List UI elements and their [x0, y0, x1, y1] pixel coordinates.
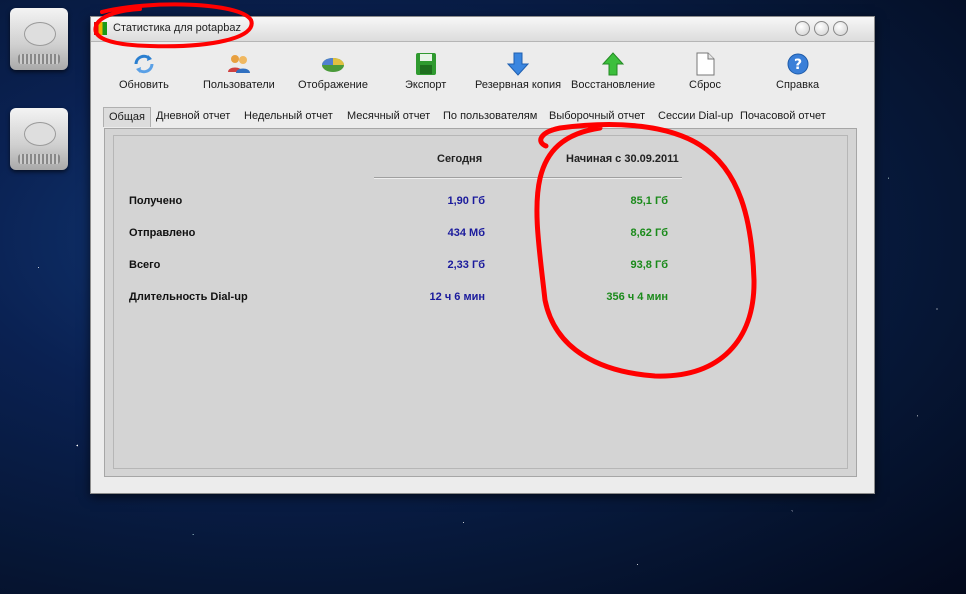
hard-drive-icon[interactable]: [10, 8, 68, 70]
close-button[interactable]: [833, 21, 848, 36]
row-label-received: Получено: [129, 195, 183, 207]
stats-table: Сегодня Начиная с 30.09.2011 Получено 1,…: [113, 135, 848, 469]
title-bar[interactable]: Статистика для potapbaz: [91, 17, 874, 42]
help-icon: ?: [787, 53, 809, 75]
value-today-total: 2,33 Гб: [447, 259, 486, 271]
users-button[interactable]: Пользователи: [203, 52, 275, 91]
restore-label: Восстановление: [571, 79, 656, 91]
app-chart-icon: [94, 22, 107, 35]
help-label: Справка: [776, 79, 820, 91]
toolbar: Обновить Пользователи Отображение Экспор…: [91, 42, 874, 102]
general-panel: Сегодня Начиная с 30.09.2011 Получено 1,…: [104, 128, 857, 477]
tab-bar: Общая Дневной отчет Недельный отчет Меся…: [103, 107, 862, 127]
refresh-label: Обновить: [119, 79, 169, 91]
minimize-button[interactable]: [795, 21, 810, 36]
users-label: Пользователи: [203, 79, 275, 91]
value-today-received: 1,90 Гб: [447, 195, 486, 207]
pie-chart-icon: [321, 58, 344, 72]
blank-document-icon: [696, 52, 715, 76]
tab-general[interactable]: Общая: [103, 107, 151, 127]
row-label-sent: Отправлено: [129, 227, 196, 239]
column-header-since: Начиная с 30.09.2011: [566, 153, 679, 165]
backup-button[interactable]: Резервная копия: [475, 52, 561, 91]
value-since-total: 93,8 Гб: [630, 259, 669, 271]
refresh-icon: [134, 54, 154, 74]
floppy-disk-icon: [415, 53, 436, 75]
reset-label: Сброс: [689, 79, 721, 91]
row-label-dialup-duration: Длительность Dial-up: [129, 291, 248, 303]
hard-drive-icon[interactable]: [10, 108, 68, 170]
column-header-today: Сегодня: [437, 153, 483, 165]
maximize-button[interactable]: [814, 21, 829, 36]
tab-monthly-report[interactable]: Месячный отчет: [347, 107, 430, 126]
restore-button[interactable]: Восстановление: [571, 52, 655, 91]
tab-weekly-report[interactable]: Недельный отчет: [244, 107, 333, 126]
help-button[interactable]: ? Справка: [776, 52, 819, 91]
tab-by-users[interactable]: По пользователям: [443, 107, 537, 126]
tab-dialup-sessions[interactable]: Сессии Dial-up: [658, 107, 733, 126]
header-divider: [374, 177, 682, 179]
value-today-sent: 434 Мб: [447, 227, 485, 239]
export-button[interactable]: Экспорт: [405, 52, 446, 91]
export-label: Экспорт: [405, 79, 447, 91]
window-title: Статистика для potapbaz: [113, 22, 241, 34]
display-button[interactable]: Отображение: [298, 52, 368, 91]
svg-text:?: ?: [794, 57, 802, 73]
backup-label: Резервная копия: [475, 79, 562, 91]
value-today-dialup-duration: 12 ч 6 мин: [429, 291, 485, 303]
statistics-window: Статистика для potapbaz Обновить Пользов…: [90, 16, 875, 494]
value-since-dialup-duration: 356 ч 4 мин: [606, 291, 668, 303]
row-label-total: Всего: [129, 259, 161, 271]
value-since-sent: 8,62 Гб: [630, 227, 669, 239]
users-icon: [227, 55, 250, 73]
arrow-down-icon: [506, 52, 530, 76]
reset-button[interactable]: Сброс: [689, 52, 721, 91]
arrow-up-icon: [601, 52, 625, 76]
display-label: Отображение: [298, 79, 368, 91]
value-since-received: 85,1 Гб: [630, 195, 669, 207]
tab-custom-report[interactable]: Выборочный отчет: [549, 107, 645, 126]
refresh-button[interactable]: Обновить: [119, 52, 169, 91]
tab-hourly-report[interactable]: Почасовой отчет: [740, 107, 826, 126]
tab-daily-report[interactable]: Дневной отчет: [156, 107, 230, 126]
